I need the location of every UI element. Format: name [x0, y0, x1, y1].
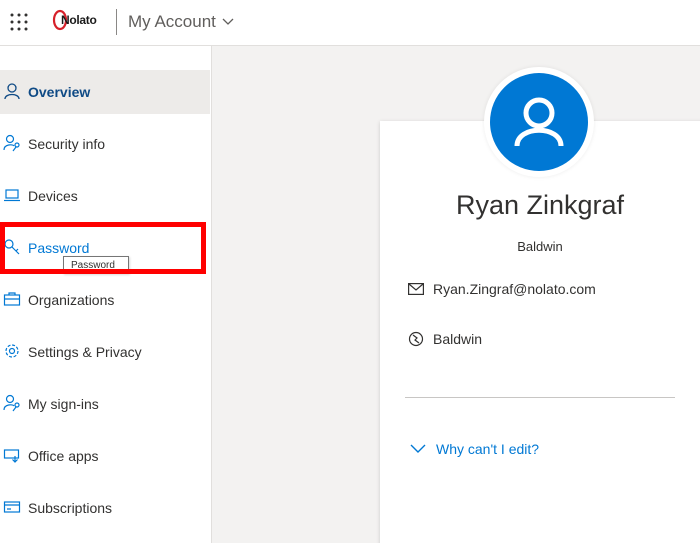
- sidebar-item-devices[interactable]: Devices: [0, 174, 210, 218]
- chevron-down-icon: [410, 444, 426, 453]
- password-tooltip: Password: [63, 256, 129, 274]
- chevron-down-icon: [222, 18, 234, 25]
- card-divider: [405, 397, 675, 398]
- profile-name: Ryan Zinkgraf: [455, 190, 625, 220]
- location-icon: [408, 331, 424, 347]
- email-row: Ryan.Zingraf@nolato.com: [408, 281, 596, 297]
- avatar[interactable]: [490, 73, 588, 171]
- sidebar-item-office-apps[interactable]: Office apps: [0, 434, 210, 478]
- location-value: Baldwin: [433, 331, 483, 347]
- briefcase-icon: [3, 290, 21, 308]
- logo-text: Nolato: [61, 13, 97, 27]
- sidebar-item-label: Office apps: [28, 448, 99, 464]
- email-value: Ryan.Zingraf@nolato.com: [433, 281, 596, 297]
- person-icon: [3, 82, 21, 100]
- sidebar-item-overview[interactable]: Overview: [0, 70, 210, 114]
- sidebar-item-label: Organizations: [28, 292, 115, 308]
- edit-link-label: Why can't I edit?: [436, 441, 540, 457]
- person-key-icon: [3, 394, 21, 412]
- laptop-icon: [3, 186, 21, 204]
- profile-subtitle: Baldwin: [517, 239, 563, 254]
- nolato-logo[interactable]: Nolato: [52, 8, 100, 32]
- app-launcher-icon[interactable]: [9, 12, 29, 32]
- card-icon: [3, 498, 21, 516]
- mail-icon: [408, 283, 424, 295]
- sidebar-item-my-sign-ins[interactable]: My sign-ins: [0, 382, 210, 426]
- sidebar-item-label: Security info: [28, 136, 106, 152]
- sidebar-item-label: Password: [28, 240, 90, 256]
- sidebar-item-label: Overview: [28, 84, 91, 100]
- top-bar: Nolato My Account: [0, 0, 700, 46]
- person-icon: [514, 97, 564, 147]
- download-icon: [3, 446, 21, 464]
- sidebar-item-label: Subscriptions: [28, 500, 113, 516]
- my-account-menu[interactable]: My Account: [128, 12, 234, 32]
- sidebar-item-label: Devices: [28, 188, 78, 204]
- key-icon: [3, 238, 21, 256]
- person-key-icon: [3, 134, 21, 152]
- gear-icon: [3, 342, 21, 360]
- sidebar-item-security-info[interactable]: Security info: [0, 122, 210, 166]
- sidebar-item-settings-privacy[interactable]: Settings & Privacy: [0, 330, 210, 374]
- sidebar-item-label: My sign-ins: [28, 396, 99, 412]
- sidebar-item-organizations[interactable]: Organizations: [0, 278, 210, 322]
- sidebar-item-subscriptions[interactable]: Subscriptions: [0, 486, 210, 530]
- sidebar-item-label: Settings & Privacy: [28, 344, 142, 360]
- why-cant-i-edit-link[interactable]: Why can't I edit?: [410, 441, 539, 457]
- app-title: My Account: [128, 12, 216, 31]
- location-row: Baldwin: [408, 331, 482, 347]
- header-divider: [116, 9, 117, 35]
